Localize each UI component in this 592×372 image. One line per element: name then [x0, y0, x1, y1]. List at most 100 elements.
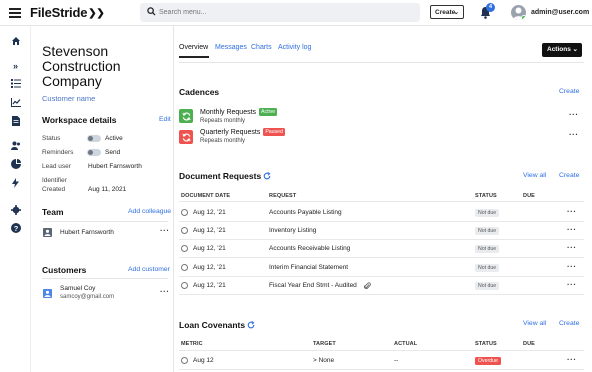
cadences-create-link[interactable]: Create	[559, 88, 579, 95]
nav-rail: » ?	[0, 26, 31, 372]
row-checkbox[interactable]	[181, 245, 188, 252]
row-request: Fiscal Year End Stmt - Audited	[269, 282, 357, 289]
row-request: Interim Financial Statement	[269, 264, 349, 271]
gear-icon[interactable]	[9, 203, 22, 216]
cadence-item[interactable]: Monthly Requests Active	[200, 108, 278, 116]
row-checkbox[interactable]	[181, 282, 188, 289]
row-divider	[179, 257, 584, 258]
row-more-icon[interactable]: ···	[567, 225, 577, 234]
expand-chevrons-icon[interactable]: »	[9, 59, 22, 72]
row-date: Aug 12, '21	[193, 209, 226, 216]
help-icon[interactable]: ?	[9, 221, 22, 234]
loan-covenants-view-all-link[interactable]: View all	[523, 320, 546, 327]
brand-logo[interactable]: FileStride❯❯	[30, 5, 105, 20]
row-checkbox[interactable]	[181, 209, 188, 216]
user-email[interactable]: admin@user.com	[531, 9, 589, 16]
row-checkbox[interactable]	[181, 264, 188, 271]
team-member-more-icon[interactable]: ···	[160, 226, 170, 235]
row-actual: --	[394, 357, 399, 364]
customer-more-icon[interactable]: ···	[160, 287, 170, 296]
column-header-due[interactable]: DUE	[523, 341, 535, 347]
loan-covenants-create-link[interactable]: Create	[559, 320, 579, 327]
tab-charts[interactable]: Charts	[251, 44, 272, 51]
reminders-toggle[interactable]	[87, 149, 101, 156]
row-request: Inventory Listing	[269, 227, 317, 234]
customer-subtitle: Customer name	[42, 94, 96, 103]
row-more-icon[interactable]: ···	[567, 207, 577, 216]
column-header-request[interactable]: REQUEST	[269, 193, 296, 199]
document-requests-view-all-link[interactable]: View all	[523, 172, 546, 179]
user-avatar[interactable]	[511, 5, 526, 20]
column-header-actual[interactable]: ACTUAL	[394, 341, 417, 347]
svg-text:?: ?	[13, 223, 18, 232]
identifier-label: Identifier	[42, 177, 67, 184]
top-bar: FileStride❯❯ Create⌄ 4 admin@user.com	[0, 0, 592, 26]
chevron-down-icon: ⌄	[453, 9, 459, 16]
row-checkbox[interactable]	[181, 357, 188, 364]
search-box[interactable]	[140, 3, 420, 22]
main-content: Overview Messages Charts Activity log Ac…	[174, 26, 592, 372]
status-value: Active	[105, 135, 123, 142]
row-checkbox[interactable]	[181, 227, 188, 234]
notification-badge: 4	[486, 3, 495, 12]
column-header-metric[interactable]: METRIC	[181, 341, 203, 347]
column-header-status[interactable]: STATUS	[475, 193, 497, 199]
search-input[interactable]	[159, 5, 409, 20]
cadence-item[interactable]: Quarterly Requests Paused	[200, 128, 285, 136]
table-header-divider	[179, 350, 584, 351]
create-button[interactable]: Create ⌄	[430, 5, 464, 19]
person-icon	[43, 228, 52, 237]
status-badge: Not due	[475, 209, 500, 217]
customers-divider	[42, 278, 168, 279]
row-more-icon[interactable]: ···	[567, 355, 577, 364]
edit-workspace-link[interactable]: Edit	[159, 116, 171, 123]
column-header-due[interactable]: DUE	[523, 193, 535, 199]
pie-chart-icon[interactable]	[9, 157, 22, 170]
row-divider	[179, 276, 584, 277]
home-icon[interactable]	[9, 34, 22, 47]
customer-contact-email: samcoy@gmail.com	[60, 294, 115, 300]
row-metric: Aug 12	[193, 357, 214, 364]
document-icon[interactable]	[9, 114, 22, 127]
status-toggle[interactable]	[87, 135, 101, 142]
paperclip-icon[interactable]	[364, 282, 371, 290]
actions-button[interactable]: Actions ⌄	[542, 43, 582, 57]
customer-contact-name: Samuel Coy	[60, 285, 96, 292]
row-more-icon[interactable]: ···	[567, 280, 577, 289]
column-header-status[interactable]: STATUS	[475, 341, 497, 347]
chart-icon[interactable]	[9, 96, 22, 109]
actions-button-label: Actions	[547, 46, 571, 53]
status-badge: Overdue	[475, 357, 501, 365]
contacts-icon[interactable]	[9, 139, 22, 152]
row-request: Accounts Payable Listing	[269, 209, 342, 216]
tab-overview[interactable]: Overview	[179, 44, 208, 51]
cadence-more-icon[interactable]: ···	[569, 130, 579, 139]
row-target: > None	[313, 357, 335, 364]
tab-activity-log[interactable]: Activity log	[278, 44, 311, 51]
team-member-name: Hubert Farnsworth	[60, 229, 114, 236]
lead-user-value: Hubert Farnsworth	[88, 163, 142, 170]
users-icon[interactable]	[9, 77, 22, 90]
refresh-icon[interactable]	[263, 172, 271, 180]
document-requests-create-link[interactable]: Create	[559, 172, 579, 179]
cadence-more-icon[interactable]: ···	[569, 110, 579, 119]
created-label: Created	[42, 186, 66, 193]
column-header-target[interactable]: TARGET	[313, 341, 336, 347]
customer-person-icon	[43, 289, 52, 298]
lightning-icon[interactable]	[9, 176, 22, 189]
tab-messages[interactable]: Messages	[215, 44, 247, 51]
row-request: Accounts Receivable Listing	[269, 245, 351, 252]
lead-user-label: Lead user	[42, 163, 71, 170]
add-customer-link[interactable]: Add customer	[128, 266, 170, 273]
refresh-icon[interactable]	[247, 321, 255, 329]
hamburger-menu-icon[interactable]	[9, 8, 21, 18]
column-header-document-date[interactable]: DOCUMENT DATE	[181, 193, 230, 199]
table-header-divider	[179, 201, 584, 202]
status-badge: Not due	[475, 227, 500, 235]
add-colleague-link[interactable]: Add colleague	[128, 208, 171, 215]
row-more-icon[interactable]: ···	[567, 262, 577, 271]
row-date: Aug 12, '21	[193, 282, 226, 289]
row-more-icon[interactable]: ···	[567, 243, 577, 252]
team-divider	[42, 221, 168, 222]
brand-chevron-icon: ❯❯	[88, 8, 105, 19]
